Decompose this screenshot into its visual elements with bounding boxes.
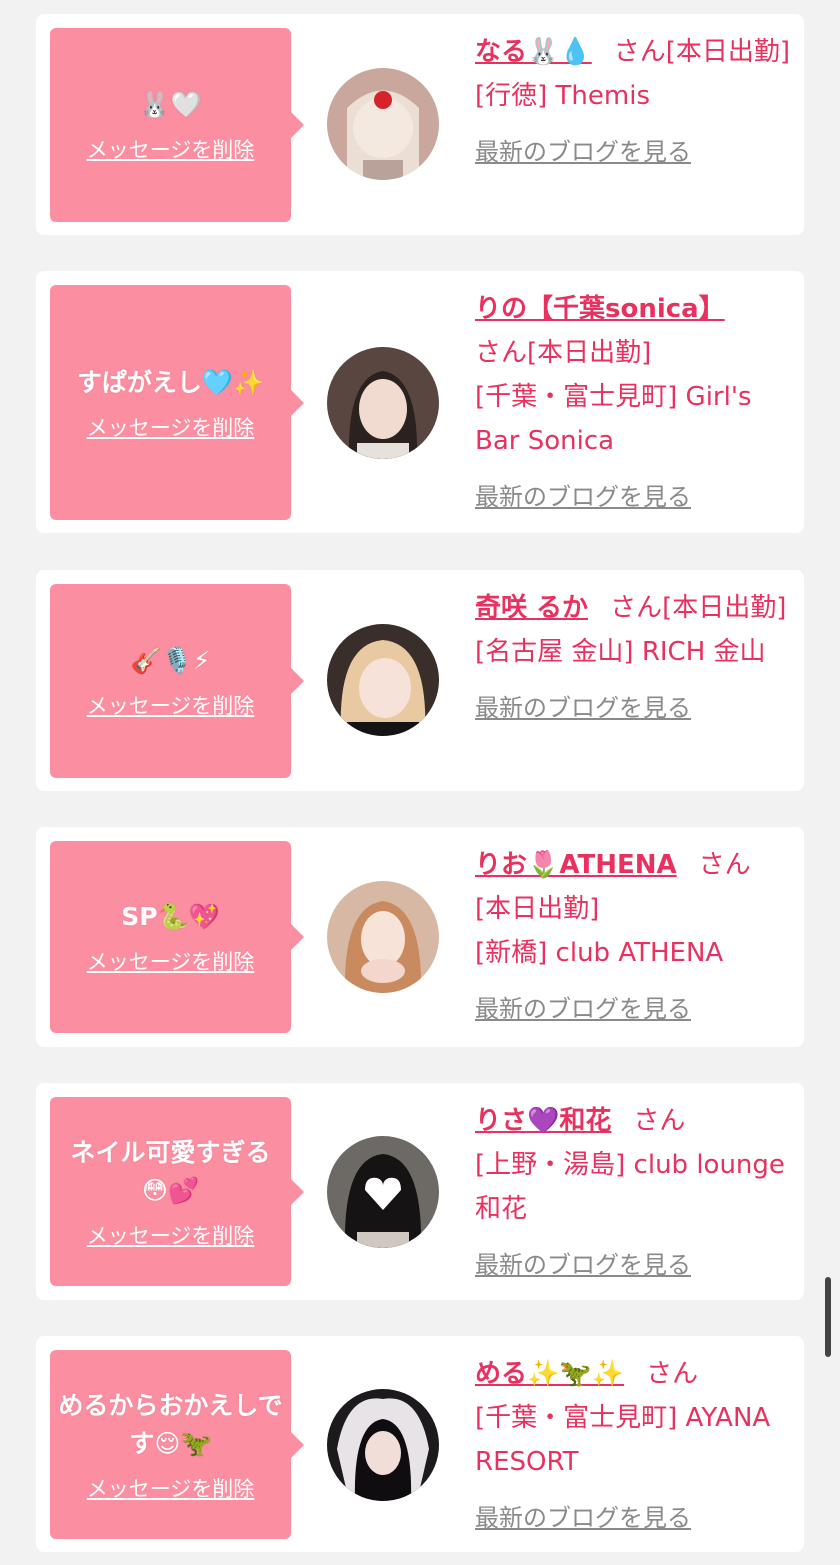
shop-name: [千葉・富士見町] AYANA RESORT	[475, 1403, 771, 1477]
message-bubble: めるからおかえしです😌🦖 メッセージを削除	[50, 1350, 291, 1539]
cast-info: なる🐰💧 さん[本日出勤] [行徳] Themis 最新のブログを見る	[475, 30, 792, 174]
message-bubble: すぱがえし🩵✨ メッセージを削除	[50, 285, 291, 520]
message-bubble: 🐰🤍 メッセージを削除	[50, 28, 291, 222]
work-status: [本日出勤]	[665, 37, 791, 67]
message-text: すぱがえし🩵✨	[76, 367, 265, 397]
cast-info: 奇咲 るか さん[本日出勤] [名古屋 金山] RICH 金山 最新のブログを見る	[475, 586, 792, 730]
avatar[interactable]	[327, 68, 439, 180]
cast-name-link[interactable]: りお🌷ATHENA	[475, 850, 677, 880]
work-status: [本日出勤]	[662, 593, 787, 623]
cast-name-link[interactable]: める✨🦖✨	[475, 1359, 624, 1389]
cast-name-link[interactable]: なる🐰💧	[475, 37, 592, 67]
cast-info: める✨🦖✨ さん [千葉・富士見町] AYANA RESORT 最新のブログを見る	[475, 1352, 792, 1540]
work-status: [本日出勤]	[475, 894, 600, 924]
san-label: さん	[646, 1359, 699, 1389]
san-label: さん	[475, 338, 528, 368]
latest-blog-link[interactable]: 最新のブログを見る	[475, 987, 691, 1031]
delete-message-link[interactable]: メッセージを削除	[87, 946, 255, 976]
san-label: さん	[613, 37, 666, 67]
message-card: SP🐍💖 メッセージを削除 りお🌷ATHENA さん [本日出勤] [新橋] cl…	[36, 827, 804, 1047]
delete-message-link[interactable]: メッセージを削除	[87, 412, 255, 442]
shop-name: [上野・湯島] club lounge 和花	[475, 1150, 785, 1224]
message-text: めるからおかえしです😌🦖	[58, 1390, 283, 1458]
message-text: 🎸🎙️⚡	[130, 646, 211, 675]
san-label: さん	[633, 1106, 686, 1136]
avatar[interactable]	[327, 347, 439, 459]
message-card: 🐰🤍 メッセージを削除 なる🐰💧 さん[本日出勤] [行徳] Themis 最新の…	[36, 14, 804, 235]
shop-name: [千葉・富士見町] Girl's Bar Sonica	[475, 382, 752, 456]
message-card: めるからおかえしです😌🦖 メッセージを削除 める✨🦖✨ さん [千葉・富士見町] …	[36, 1336, 804, 1552]
message-text: 🐰🤍	[139, 90, 202, 119]
delete-message-link[interactable]: メッセージを削除	[87, 134, 255, 164]
message-bubble: SP🐍💖 メッセージを削除	[50, 841, 291, 1033]
avatar[interactable]	[327, 1389, 439, 1501]
delete-message-link[interactable]: メッセージを削除	[87, 1220, 255, 1250]
scrollbar[interactable]	[825, 1277, 831, 1357]
cast-name-link[interactable]: りさ💜和花	[475, 1106, 611, 1136]
message-bubble: ネイル可愛すぎる😳💕 メッセージを削除	[50, 1097, 291, 1286]
latest-blog-link[interactable]: 最新のブログを見る	[475, 130, 691, 174]
cast-name-link[interactable]: 奇咲 るか	[475, 593, 588, 623]
message-text: SP🐍💖	[121, 902, 220, 931]
cast-info: りの【千葉sonica】 さん[本日出勤] [千葉・富士見町] Girl's B…	[475, 287, 792, 519]
cast-name-link[interactable]: りの【千葉sonica】	[475, 294, 725, 324]
latest-blog-link[interactable]: 最新のブログを見る	[475, 475, 691, 519]
work-status: [本日出勤]	[527, 338, 652, 368]
cast-info: りお🌷ATHENA さん [本日出勤] [新橋] club ATHENA 最新のブ…	[475, 843, 792, 1031]
message-card: 🎸🎙️⚡ メッセージを削除 奇咲 るか さん[本日出勤] [名古屋 金山] RIC…	[36, 570, 804, 791]
san-label: さん	[698, 850, 751, 880]
latest-blog-link[interactable]: 最新のブログを見る	[475, 1496, 691, 1540]
message-card: ネイル可愛すぎる😳💕 メッセージを削除 りさ💜和花 さん [上野・湯島] club…	[36, 1083, 804, 1300]
avatar[interactable]	[327, 624, 439, 736]
avatar[interactable]	[327, 1136, 439, 1248]
avatar[interactable]	[327, 881, 439, 993]
message-card: すぱがえし🩵✨ メッセージを削除 りの【千葉sonica】 さん[本日出勤] […	[36, 271, 804, 533]
delete-message-link[interactable]: メッセージを削除	[87, 690, 255, 720]
message-bubble: 🎸🎙️⚡ メッセージを削除	[50, 584, 291, 778]
shop-name: [名古屋 金山] RICH 金山	[475, 637, 766, 667]
san-label: さん	[610, 593, 663, 623]
latest-blog-link[interactable]: 最新のブログを見る	[475, 686, 691, 730]
shop-name: [新橋] club ATHENA	[475, 938, 724, 968]
message-text: ネイル可愛すぎる😳💕	[70, 1137, 271, 1205]
shop-name: [行徳] Themis	[475, 81, 651, 111]
latest-blog-link[interactable]: 最新のブログを見る	[475, 1243, 691, 1287]
cast-info: りさ💜和花 さん [上野・湯島] club lounge 和花 最新のブログを見る	[475, 1099, 792, 1287]
delete-message-link[interactable]: メッセージを削除	[87, 1473, 255, 1503]
